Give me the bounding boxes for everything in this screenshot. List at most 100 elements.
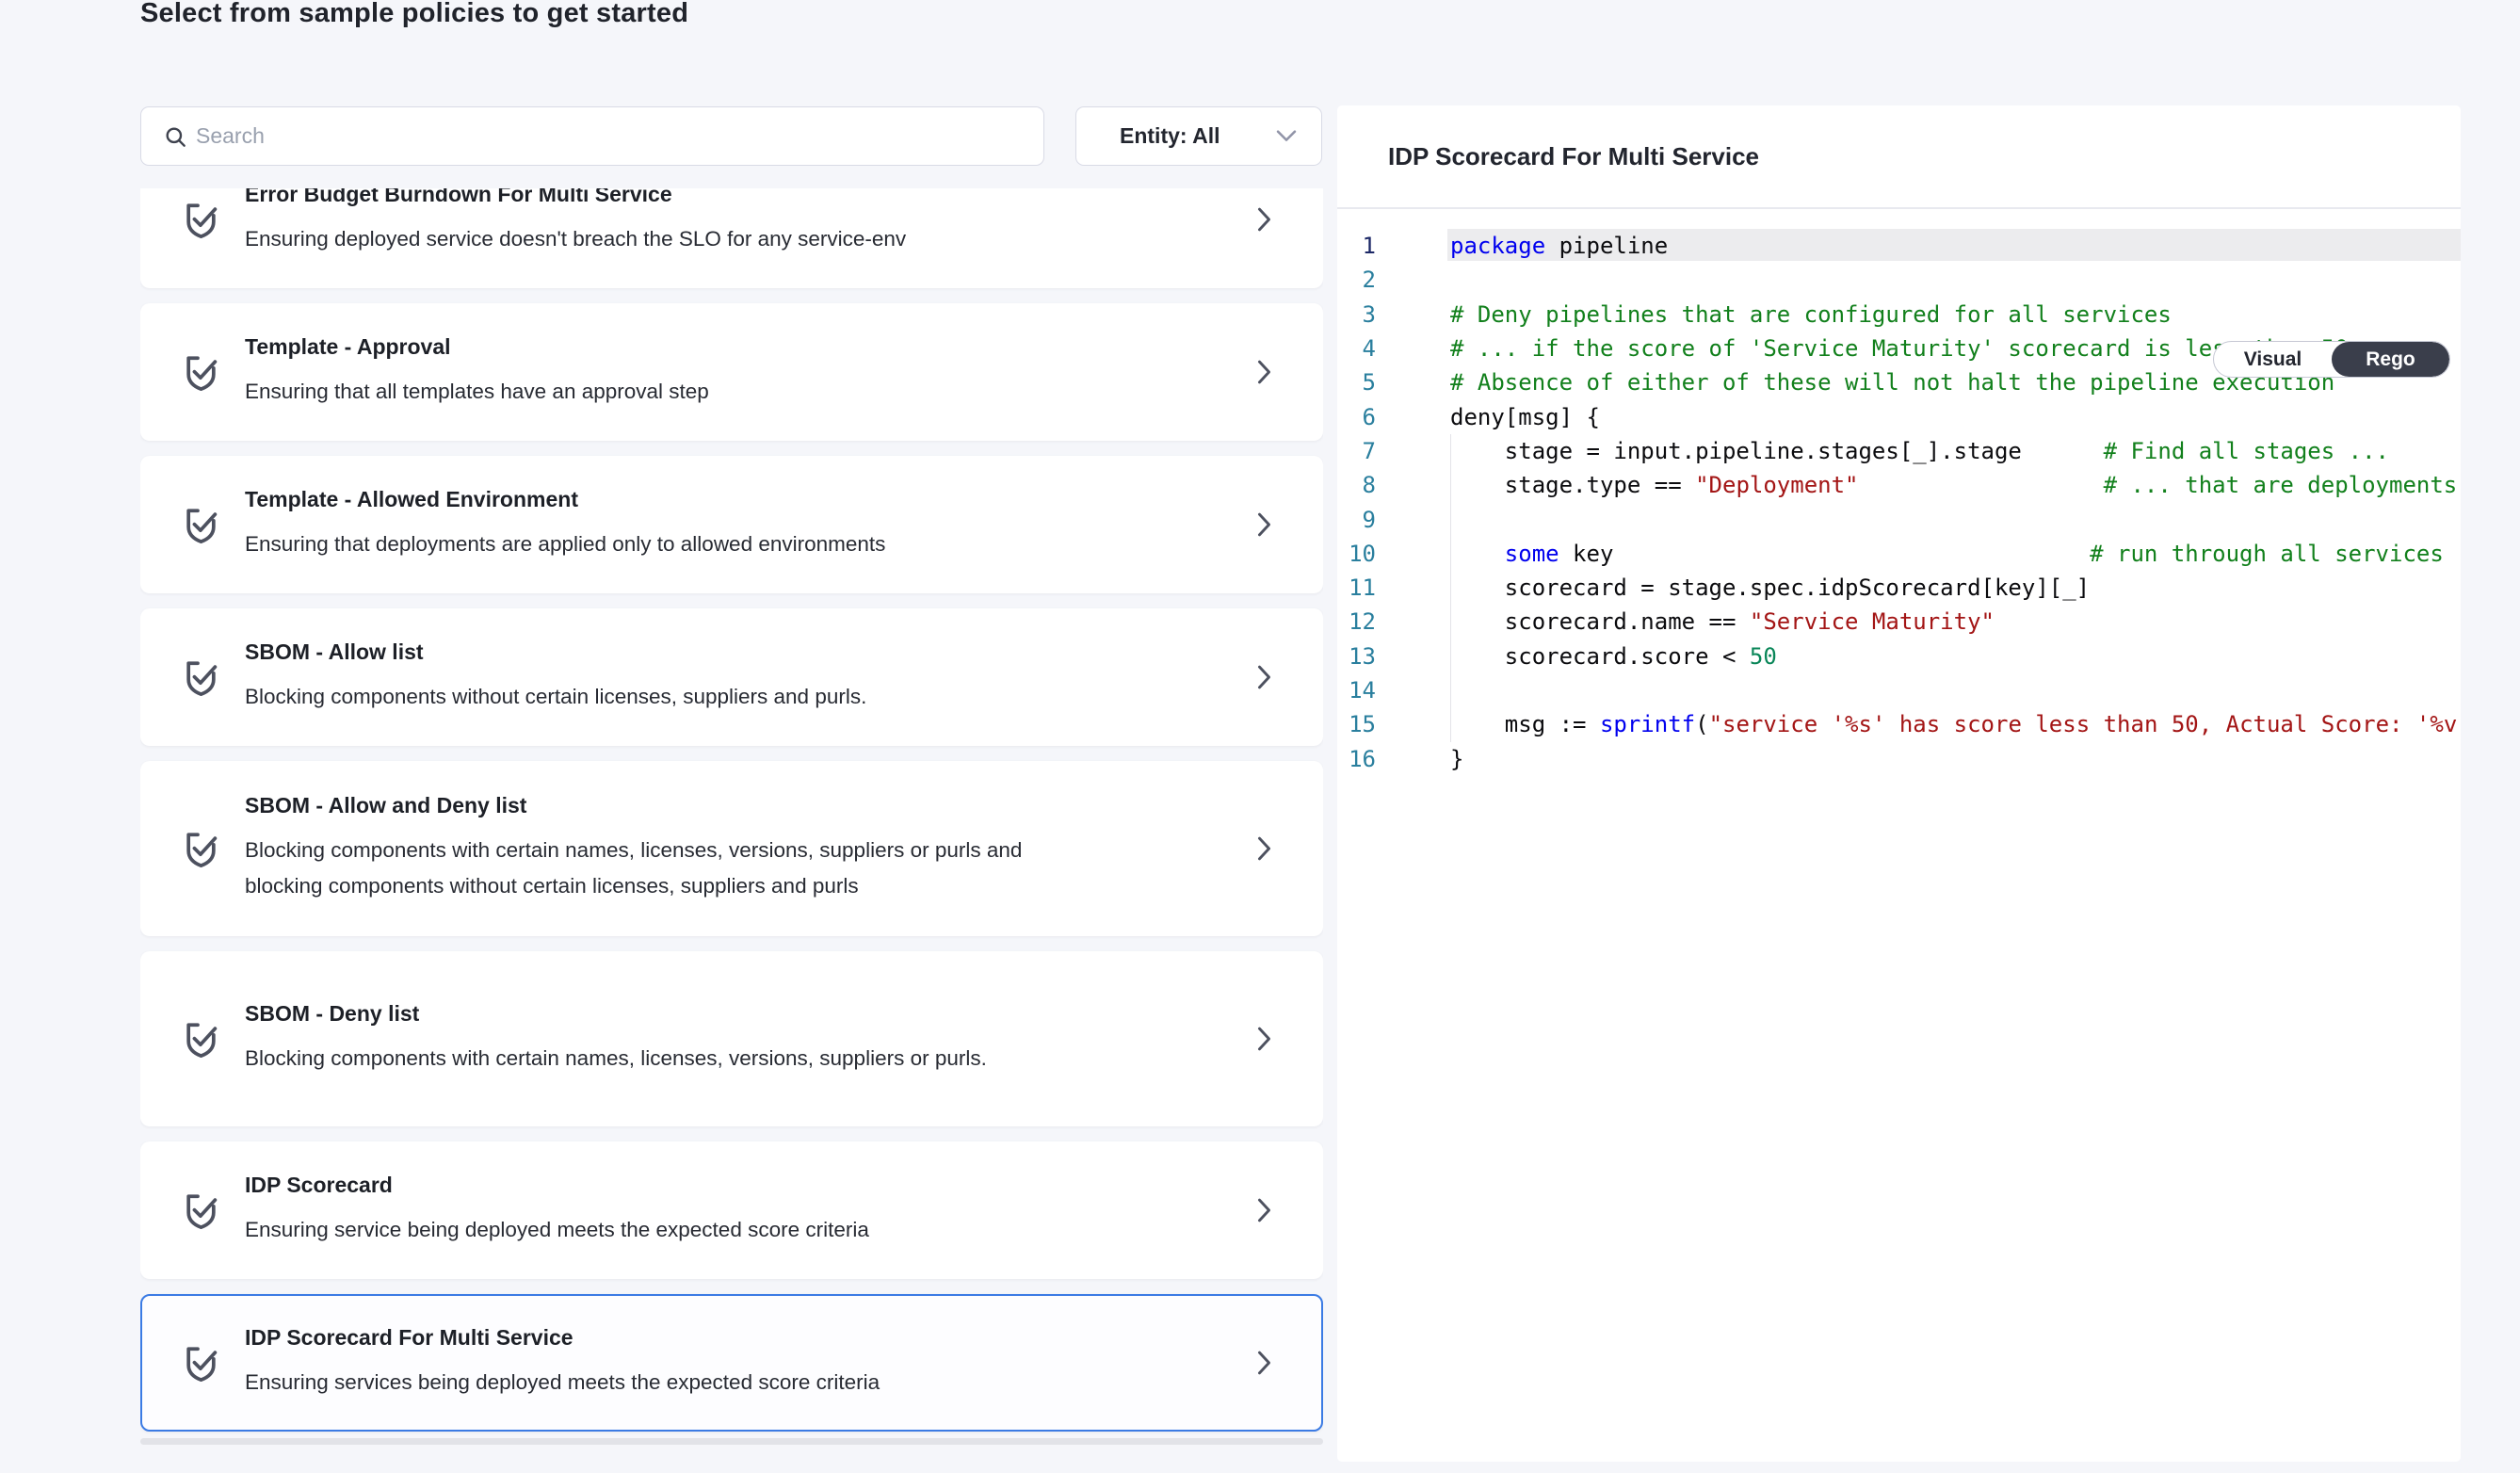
policy-title: SBOM - Allow and Deny list bbox=[245, 793, 1236, 818]
chevron-right-icon[interactable] bbox=[1254, 360, 1274, 384]
chevron-right-icon[interactable] bbox=[1254, 207, 1274, 232]
line-number: 4 bbox=[1337, 335, 1376, 362]
shield-check-icon bbox=[179, 827, 223, 871]
code-editor[interactable]: 1 package pipeline 2 3 # Deny pipelines … bbox=[1337, 209, 2461, 1462]
policy-text: Template - Approval Ensuring that all te… bbox=[245, 334, 1236, 410]
line-number: 2 bbox=[1337, 267, 1376, 293]
entity-filter-label: Entity: All bbox=[1120, 123, 1220, 149]
code-line: 9 bbox=[1337, 502, 2461, 536]
chevron-down-icon bbox=[1276, 130, 1297, 142]
search-icon bbox=[164, 125, 188, 150]
code-lines: 1 package pipeline 2 3 # Deny pipelines … bbox=[1337, 229, 2461, 776]
policy-card[interactable]: SBOM - Allow and Deny list Blocking comp… bbox=[140, 761, 1323, 936]
line-number: 14 bbox=[1337, 677, 1376, 704]
chevron-right-icon[interactable] bbox=[1254, 1027, 1274, 1051]
policy-title: Template - Approval bbox=[245, 334, 1236, 360]
code-line: 11 scorecard = stage.spec.idpScorecard[k… bbox=[1337, 571, 2461, 605]
chevron-right-icon[interactable] bbox=[1254, 665, 1274, 689]
entity-filter-dropdown[interactable]: Entity: All bbox=[1075, 106, 1322, 166]
policy-description: Blocking components with certain names, … bbox=[245, 833, 1074, 904]
shield-check-icon bbox=[179, 503, 223, 547]
policy-description: Ensuring that all templates have an appr… bbox=[245, 374, 1074, 410]
policy-card[interactable]: Template - Approval Ensuring that all te… bbox=[140, 303, 1323, 441]
toggle-visual-button[interactable]: Visual bbox=[2214, 342, 2332, 377]
code-line: 7 stage = input.pipeline.stages[_].stage… bbox=[1337, 434, 2461, 468]
view-toggle: Visual Rego bbox=[2213, 341, 2450, 378]
toggle-rego-button[interactable]: Rego bbox=[2332, 342, 2449, 377]
shield-check-icon bbox=[179, 198, 223, 242]
policy-description: Blocking components without certain lice… bbox=[245, 679, 1074, 715]
policy-card[interactable]: Template - Allowed Environment Ensuring … bbox=[140, 456, 1323, 593]
line-number: 8 bbox=[1337, 472, 1376, 498]
code-line: 10 some key # run through all services bbox=[1337, 537, 2461, 571]
policy-title: Error Budget Burndown For Multi Service bbox=[245, 188, 1236, 207]
policy-text: IDP Scorecard Ensuring service being dep… bbox=[245, 1173, 1236, 1248]
policy-text: IDP Scorecard For Multi Service Ensuring… bbox=[245, 1325, 1236, 1400]
code-line: 1 package pipeline bbox=[1337, 229, 2461, 263]
code-text: } bbox=[1450, 746, 1463, 772]
policy-description: Ensuring service being deployed meets th… bbox=[245, 1212, 1074, 1248]
search-input[interactable] bbox=[196, 107, 1025, 164]
code-text: some key # run through all services bbox=[1450, 541, 2444, 567]
code-text: stage = input.pipeline.stages[_].stage #… bbox=[1450, 438, 2389, 464]
page-title: Select from sample policies to get start… bbox=[140, 0, 688, 29]
policy-description: Ensuring services being deployed meets t… bbox=[245, 1365, 1074, 1400]
code-text: deny[msg] { bbox=[1450, 404, 1600, 430]
policy-text: Error Budget Burndown For Multi Service … bbox=[245, 188, 1236, 257]
code-line: 13 scorecard.score < 50 bbox=[1337, 639, 2461, 673]
shield-check-icon bbox=[179, 1341, 223, 1385]
chevron-right-icon[interactable] bbox=[1254, 836, 1274, 861]
code-text: # Deny pipelines that are configured for… bbox=[1450, 301, 2172, 328]
code-text: scorecard = stage.spec.idpScorecard[key]… bbox=[1450, 575, 2090, 601]
policy-text: SBOM - Allow list Blocking components wi… bbox=[245, 639, 1236, 715]
policy-title: IDP Scorecard bbox=[245, 1173, 1236, 1198]
policy-card[interactable]: IDP Scorecard For Multi Service Ensuring… bbox=[140, 1294, 1323, 1432]
code-text: # Absence of either of these will not ha… bbox=[1450, 369, 2334, 396]
policy-title: Template - Allowed Environment bbox=[245, 487, 1236, 512]
line-number: 7 bbox=[1337, 438, 1376, 464]
line-number: 1 bbox=[1337, 233, 1376, 259]
chevron-right-icon[interactable] bbox=[1254, 512, 1274, 537]
code-line: 2 bbox=[1337, 263, 2461, 297]
line-number: 12 bbox=[1337, 608, 1376, 635]
policy-description: Ensuring deployed service doesn't breach… bbox=[245, 221, 1074, 257]
policy-title: SBOM - Allow list bbox=[245, 639, 1236, 665]
policy-list-scrollbar[interactable] bbox=[140, 1438, 1323, 1445]
line-number: 3 bbox=[1337, 301, 1376, 328]
code-line: 14 bbox=[1337, 673, 2461, 707]
policy-text: SBOM - Allow and Deny list Blocking comp… bbox=[245, 793, 1236, 904]
code-line: 6 deny[msg] { bbox=[1337, 399, 2461, 433]
policy-list: Error Budget Burndown For Multi Service … bbox=[140, 188, 1323, 1432]
policy-title: SBOM - Deny list bbox=[245, 1001, 1236, 1027]
code-line: 8 stage.type == "Deployment" # ... that … bbox=[1337, 468, 2461, 502]
policy-card[interactable]: SBOM - Allow list Blocking components wi… bbox=[140, 608, 1323, 746]
line-number: 5 bbox=[1337, 369, 1376, 396]
chevron-right-icon[interactable] bbox=[1254, 1351, 1274, 1375]
policy-title: IDP Scorecard For Multi Service bbox=[245, 1325, 1236, 1351]
line-number: 9 bbox=[1337, 507, 1376, 533]
code-line: 3 # Deny pipelines that are configured f… bbox=[1337, 298, 2461, 332]
code-text: msg := sprintf("service '%s' has score l… bbox=[1450, 711, 2461, 737]
line-number: 10 bbox=[1337, 541, 1376, 567]
policy-card[interactable]: SBOM - Deny list Blocking components wit… bbox=[140, 951, 1323, 1126]
line-number: 6 bbox=[1337, 404, 1376, 430]
panel-title: IDP Scorecard For Multi Service bbox=[1388, 105, 1759, 207]
chevron-right-icon[interactable] bbox=[1254, 1198, 1274, 1222]
search-box bbox=[140, 106, 1044, 166]
line-number: 13 bbox=[1337, 643, 1376, 670]
shield-check-icon bbox=[179, 1189, 223, 1233]
line-number: 16 bbox=[1337, 746, 1376, 772]
sample-policies-page: { "colors": { "accent": "#3b7be4", "togg… bbox=[0, 0, 2520, 1473]
policy-card[interactable]: IDP Scorecard Ensuring service being dep… bbox=[140, 1141, 1323, 1279]
code-text: package pipeline bbox=[1450, 233, 1668, 259]
shield-check-icon bbox=[179, 656, 223, 700]
policy-description: Blocking components with certain names, … bbox=[245, 1041, 1074, 1076]
shield-check-icon bbox=[179, 1017, 223, 1061]
policy-text: Template - Allowed Environment Ensuring … bbox=[245, 487, 1236, 562]
code-text: stage.type == "Deployment" # ... that ar… bbox=[1450, 472, 2457, 498]
shield-check-icon bbox=[179, 350, 223, 395]
policy-card[interactable]: Error Budget Burndown For Multi Service … bbox=[140, 188, 1323, 288]
policy-text: SBOM - Deny list Blocking components wit… bbox=[245, 1001, 1236, 1076]
policy-detail-panel: IDP Scorecard For Multi Service 1 packag… bbox=[1337, 105, 2461, 1462]
code-text: scorecard.name == "Service Maturity" bbox=[1450, 608, 1995, 635]
